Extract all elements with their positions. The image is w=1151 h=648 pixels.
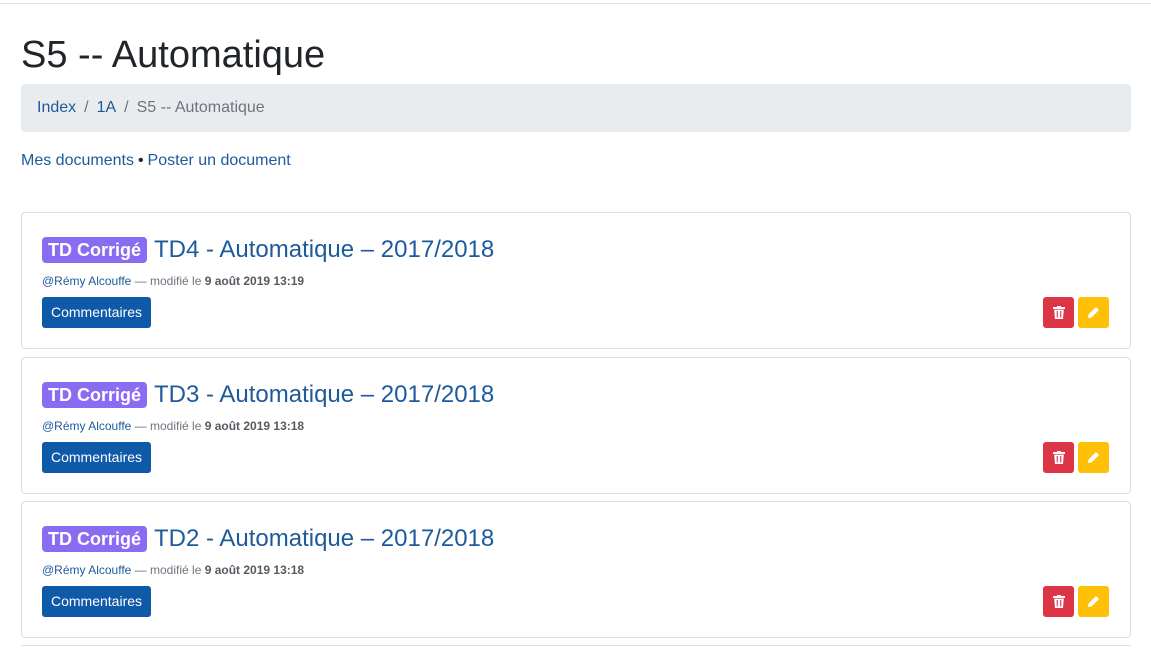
edit-button[interactable] — [1078, 586, 1109, 617]
document-title-link[interactable]: TD2 - Automatique – 2017/2018 — [154, 524, 494, 554]
modified-date: 9 août 2019 13:18 — [204, 419, 305, 433]
document-card: TD Corrigé TD3 - Automatique – 2017/2018… — [21, 357, 1131, 494]
document-title-link[interactable]: TD3 - Automatique – 2017/2018 — [154, 380, 494, 410]
comments-button[interactable]: Commentaires — [42, 442, 152, 473]
pencil-icon — [1088, 452, 1099, 463]
delete-button[interactable] — [1043, 297, 1074, 328]
modified-date: 9 août 2019 13:19 — [204, 274, 305, 288]
trash-icon — [1052, 595, 1065, 608]
document-title-row: TD Corrigé TD3 - Automatique – 2017/2018 — [42, 380, 494, 410]
document-title-row: TD Corrigé TD4 - Automatique – 2017/2018 — [42, 235, 494, 265]
modified-date: 9 août 2019 13:18 — [204, 563, 305, 577]
my-documents-link[interactable]: Mes documents — [21, 152, 134, 169]
top-divider — [0, 3, 1151, 4]
author-link[interactable]: @Rémy Alcouffe — [42, 274, 131, 288]
document-title-link[interactable]: TD4 - Automatique – 2017/2018 — [154, 235, 494, 265]
edit-button[interactable] — [1078, 297, 1109, 328]
page-title: S5 -- Automatique — [21, 34, 326, 76]
document-type-badge: TD Corrigé — [42, 237, 148, 263]
document-meta: @Rémy Alcouffe — modifié le 9 août 2019 … — [42, 562, 304, 578]
modified-label: — modifié le — [131, 274, 205, 288]
document-card: TD Corrigé TD4 - Automatique – 2017/2018… — [21, 212, 1131, 349]
edit-button[interactable] — [1078, 442, 1109, 473]
delete-button[interactable] — [1043, 442, 1074, 473]
bullet-separator: • — [137, 152, 144, 169]
author-link[interactable]: @Rémy Alcouffe — [42, 419, 131, 433]
trash-icon — [1052, 451, 1065, 464]
breadcrumb-link-1a[interactable]: 1A — [97, 99, 117, 117]
comments-button[interactable]: Commentaires — [42, 297, 152, 328]
modified-label: — modifié le — [131, 419, 205, 433]
document-meta: @Rémy Alcouffe — modifié le 9 août 2019 … — [42, 273, 304, 289]
pencil-icon — [1088, 307, 1099, 318]
document-actions: Mes documents • Poster un document — [21, 151, 291, 171]
pencil-icon — [1088, 596, 1099, 607]
comments-button[interactable]: Commentaires — [42, 586, 152, 617]
trash-icon — [1052, 306, 1065, 319]
delete-button[interactable] — [1043, 586, 1074, 617]
breadcrumb-separator: / — [124, 99, 129, 116]
document-title-row: TD Corrigé TD2 - Automatique – 2017/2018 — [42, 524, 494, 554]
breadcrumb-separator: / — [84, 99, 89, 116]
document-card: TD Corrigé TD2 - Automatique – 2017/2018… — [21, 501, 1131, 638]
author-link[interactable]: @Rémy Alcouffe — [42, 563, 131, 577]
breadcrumb: Index / 1A / S5 -- Automatique — [21, 84, 1131, 132]
document-type-badge: TD Corrigé — [42, 382, 148, 408]
document-type-badge: TD Corrigé — [42, 526, 148, 552]
post-document-link[interactable]: Poster un document — [148, 152, 291, 169]
breadcrumb-link-index[interactable]: Index — [37, 99, 76, 117]
modified-label: — modifié le — [131, 563, 205, 577]
breadcrumb-current: S5 -- Automatique — [136, 99, 265, 116]
document-meta: @Rémy Alcouffe — modifié le 9 août 2019 … — [42, 418, 304, 434]
